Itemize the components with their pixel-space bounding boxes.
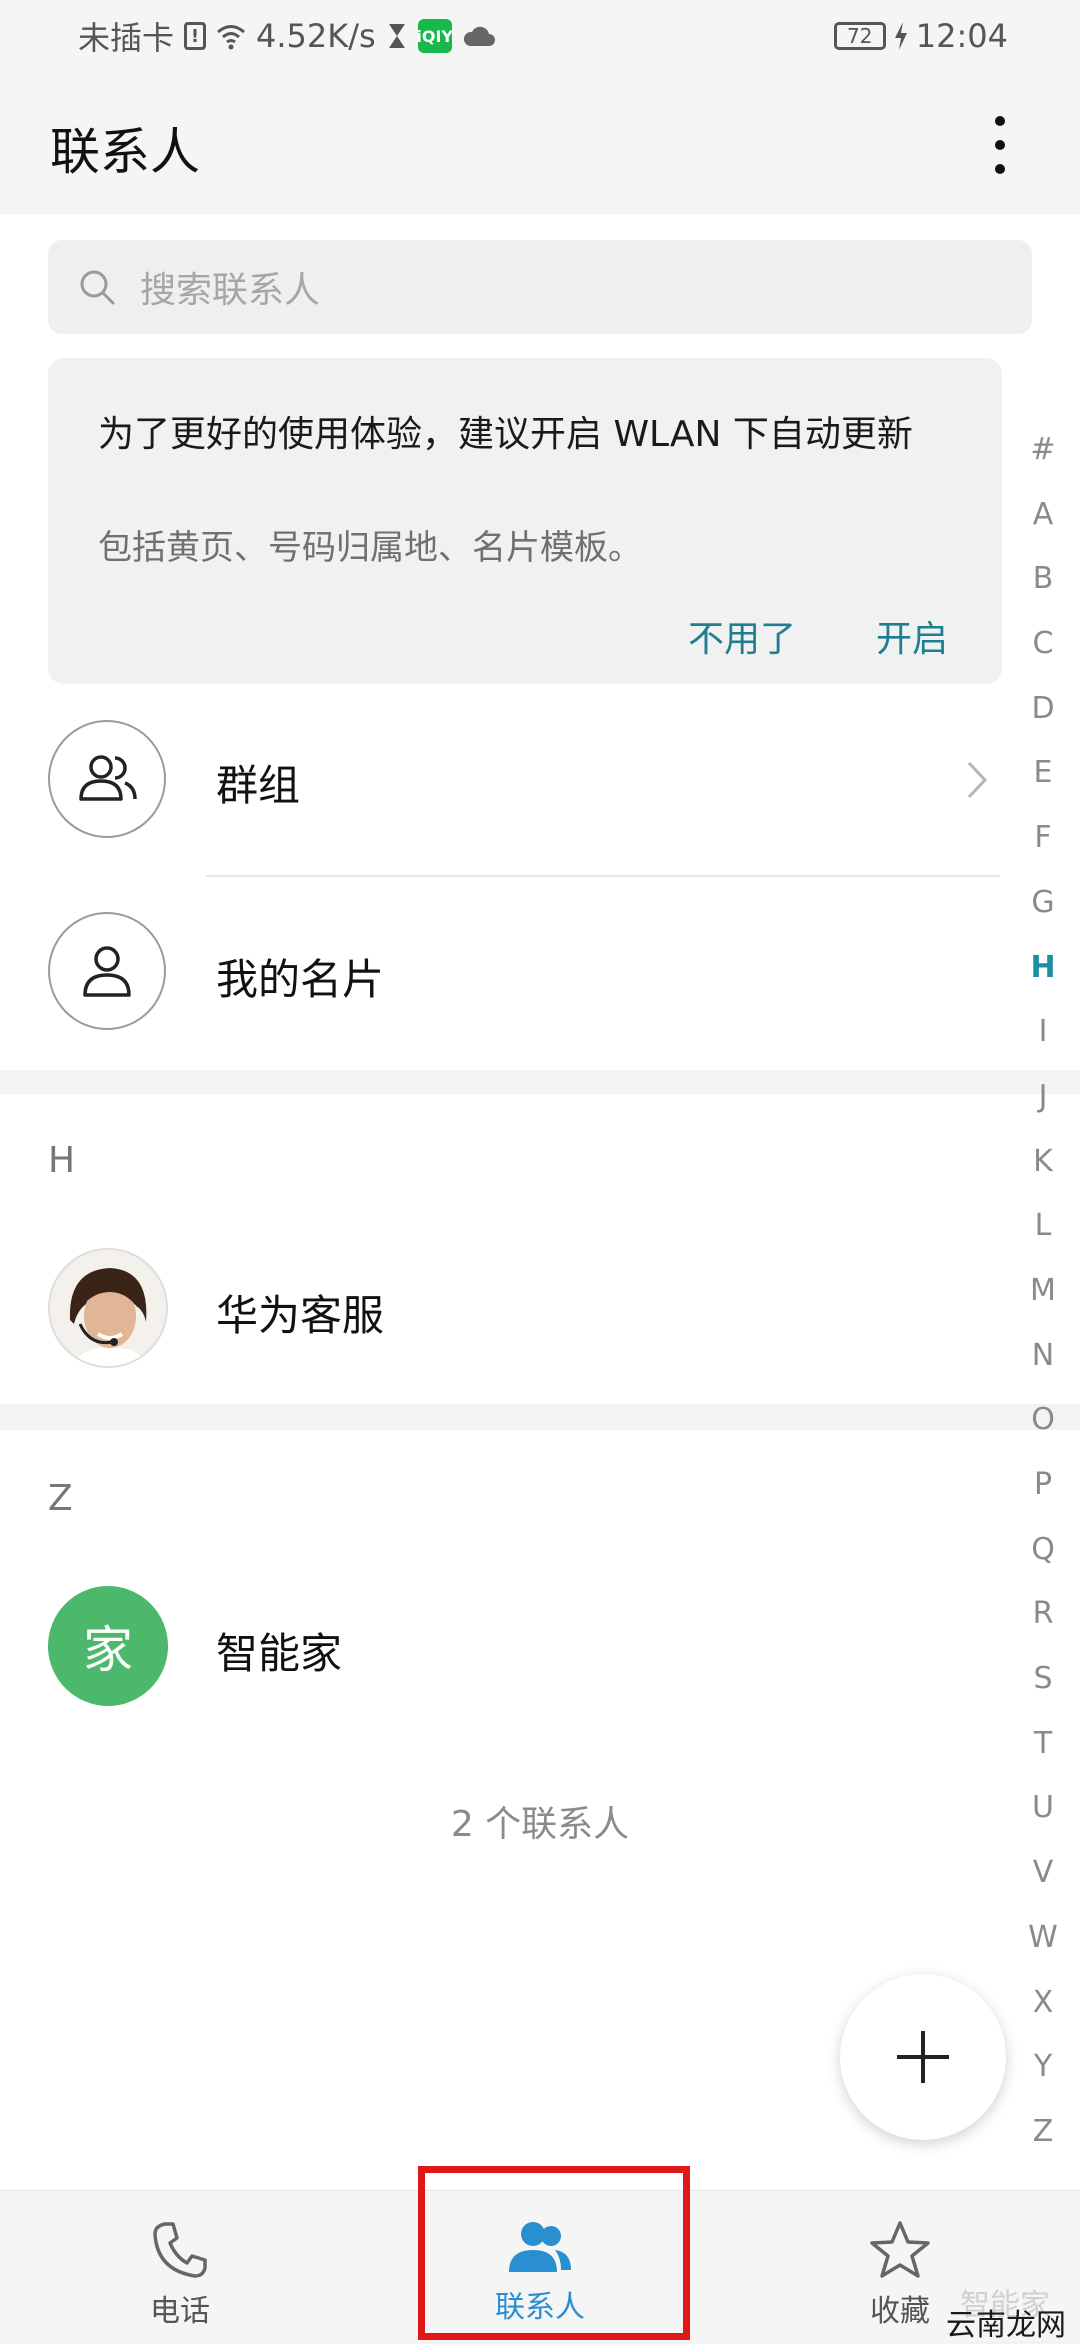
- group-icon: [79, 755, 137, 801]
- more-icon-dot: [995, 164, 1005, 174]
- star-icon: [870, 2221, 930, 2278]
- watermark-site: 云南龙网: [946, 2308, 1066, 2343]
- index-letter-i[interactable]: I: [1039, 1000, 1048, 1065]
- groups-avatar: [48, 720, 166, 838]
- contact-count: 2 个联系人: [450, 1804, 630, 1845]
- banner-title: 为了更好的使用体验，建议开启 WLAN 下自动更新: [98, 414, 913, 455]
- my-card-label: 我的名片: [216, 955, 385, 1004]
- contact-name-smarthome: 智能家: [216, 1629, 343, 1678]
- index-letter-f[interactable]: F: [1034, 806, 1051, 871]
- more-icon-dot: [995, 140, 1005, 150]
- index-letter-k[interactable]: K: [1033, 1130, 1053, 1195]
- nav-label-favorites: 收藏: [870, 2294, 930, 2329]
- index-letter-t[interactable]: T: [1034, 1712, 1052, 1777]
- index-letter-l[interactable]: L: [1035, 1194, 1052, 1259]
- contact-avatar-initial: 家: [48, 1586, 168, 1706]
- index-letter-hash[interactable]: #: [1030, 418, 1055, 483]
- chevron-right-icon: [967, 761, 988, 799]
- plus-icon: [897, 2031, 949, 2083]
- alphabet-index[interactable]: # A B C D E F G H I J K L M N O P Q R S T U V W X Y Z: [1018, 418, 1068, 2165]
- charging-icon: [894, 22, 907, 50]
- index-letter-j[interactable]: J: [1039, 1065, 1048, 1130]
- page-title: 联系人: [50, 123, 200, 181]
- index-letter-g[interactable]: G: [1031, 871, 1054, 936]
- enable-button[interactable]: 开启: [876, 610, 948, 662]
- index-letter-y[interactable]: Y: [1034, 2035, 1052, 2100]
- status-left: 未插卡 ! 4.52K/s iQIY: [78, 14, 496, 58]
- banner-subtitle: 包括黄页、号码归属地、名片模板。: [98, 528, 642, 568]
- index-letter-x[interactable]: X: [1033, 1971, 1054, 2036]
- clock: 12:04: [915, 17, 1008, 55]
- dismiss-button[interactable]: 不用了: [688, 610, 796, 662]
- carrier-text: 未插卡: [78, 19, 175, 57]
- index-letter-v[interactable]: V: [1033, 1841, 1054, 1906]
- person-icon: [83, 946, 131, 997]
- groups-label: 群组: [216, 761, 301, 810]
- contact-name-huawei: 华为客服: [216, 1291, 385, 1340]
- row-divider: [206, 875, 1000, 877]
- highlight-box: [418, 2166, 690, 2340]
- index-letter-n[interactable]: N: [1032, 1324, 1054, 1389]
- network-speed: 4.52K/s: [256, 17, 376, 55]
- battery-level: 72: [847, 24, 873, 48]
- avatar-initial: 家: [83, 1621, 133, 1679]
- contact-avatar-photo: [48, 1248, 168, 1368]
- section-letter-h: H: [48, 1140, 76, 1181]
- index-letter-e[interactable]: E: [1034, 741, 1053, 806]
- index-letter-o[interactable]: O: [1031, 1388, 1055, 1453]
- my-card-avatar: [48, 912, 166, 1030]
- index-letter-m[interactable]: M: [1030, 1259, 1056, 1324]
- agent-avatar-icon: [50, 1250, 166, 1366]
- index-letter-q[interactable]: Q: [1031, 1518, 1055, 1583]
- index-letter-h[interactable]: H: [1030, 936, 1055, 1001]
- search-icon: [80, 270, 115, 305]
- index-letter-a[interactable]: A: [1033, 483, 1054, 548]
- sim-alert-icon: !: [184, 22, 207, 50]
- search-placeholder: 搜索联系人: [140, 270, 321, 311]
- index-letter-d[interactable]: D: [1031, 677, 1054, 742]
- index-letter-b[interactable]: B: [1033, 547, 1054, 612]
- index-letter-z[interactable]: Z: [1033, 2100, 1054, 2165]
- index-letter-s[interactable]: S: [1033, 1647, 1052, 1712]
- nav-tab-phone[interactable]: 电话: [30, 2190, 330, 2340]
- index-letter-r[interactable]: R: [1033, 1582, 1054, 1647]
- battery-icon: 72: [833, 22, 886, 50]
- wifi-icon: [217, 25, 245, 50]
- nav-label-phone: 电话: [150, 2294, 210, 2329]
- add-contact-button[interactable]: [840, 1974, 1006, 2140]
- status-right: 72 12:04: [833, 14, 1008, 58]
- index-letter-c[interactable]: C: [1033, 612, 1054, 677]
- more-options-button[interactable]: [980, 112, 1020, 182]
- index-letter-p[interactable]: P: [1034, 1453, 1052, 1518]
- iqiyi-icon: iQIY: [416, 19, 453, 53]
- index-letter-w[interactable]: W: [1028, 1906, 1058, 1971]
- phone-icon: [153, 2222, 207, 2278]
- search-input[interactable]: 搜索联系人: [48, 240, 1032, 334]
- index-letter-u[interactable]: U: [1032, 1776, 1054, 1841]
- cloud-icon: [463, 26, 495, 46]
- section-letter-z: Z: [48, 1478, 73, 1519]
- more-icon: [995, 116, 1005, 126]
- hourglass-icon: [388, 24, 405, 48]
